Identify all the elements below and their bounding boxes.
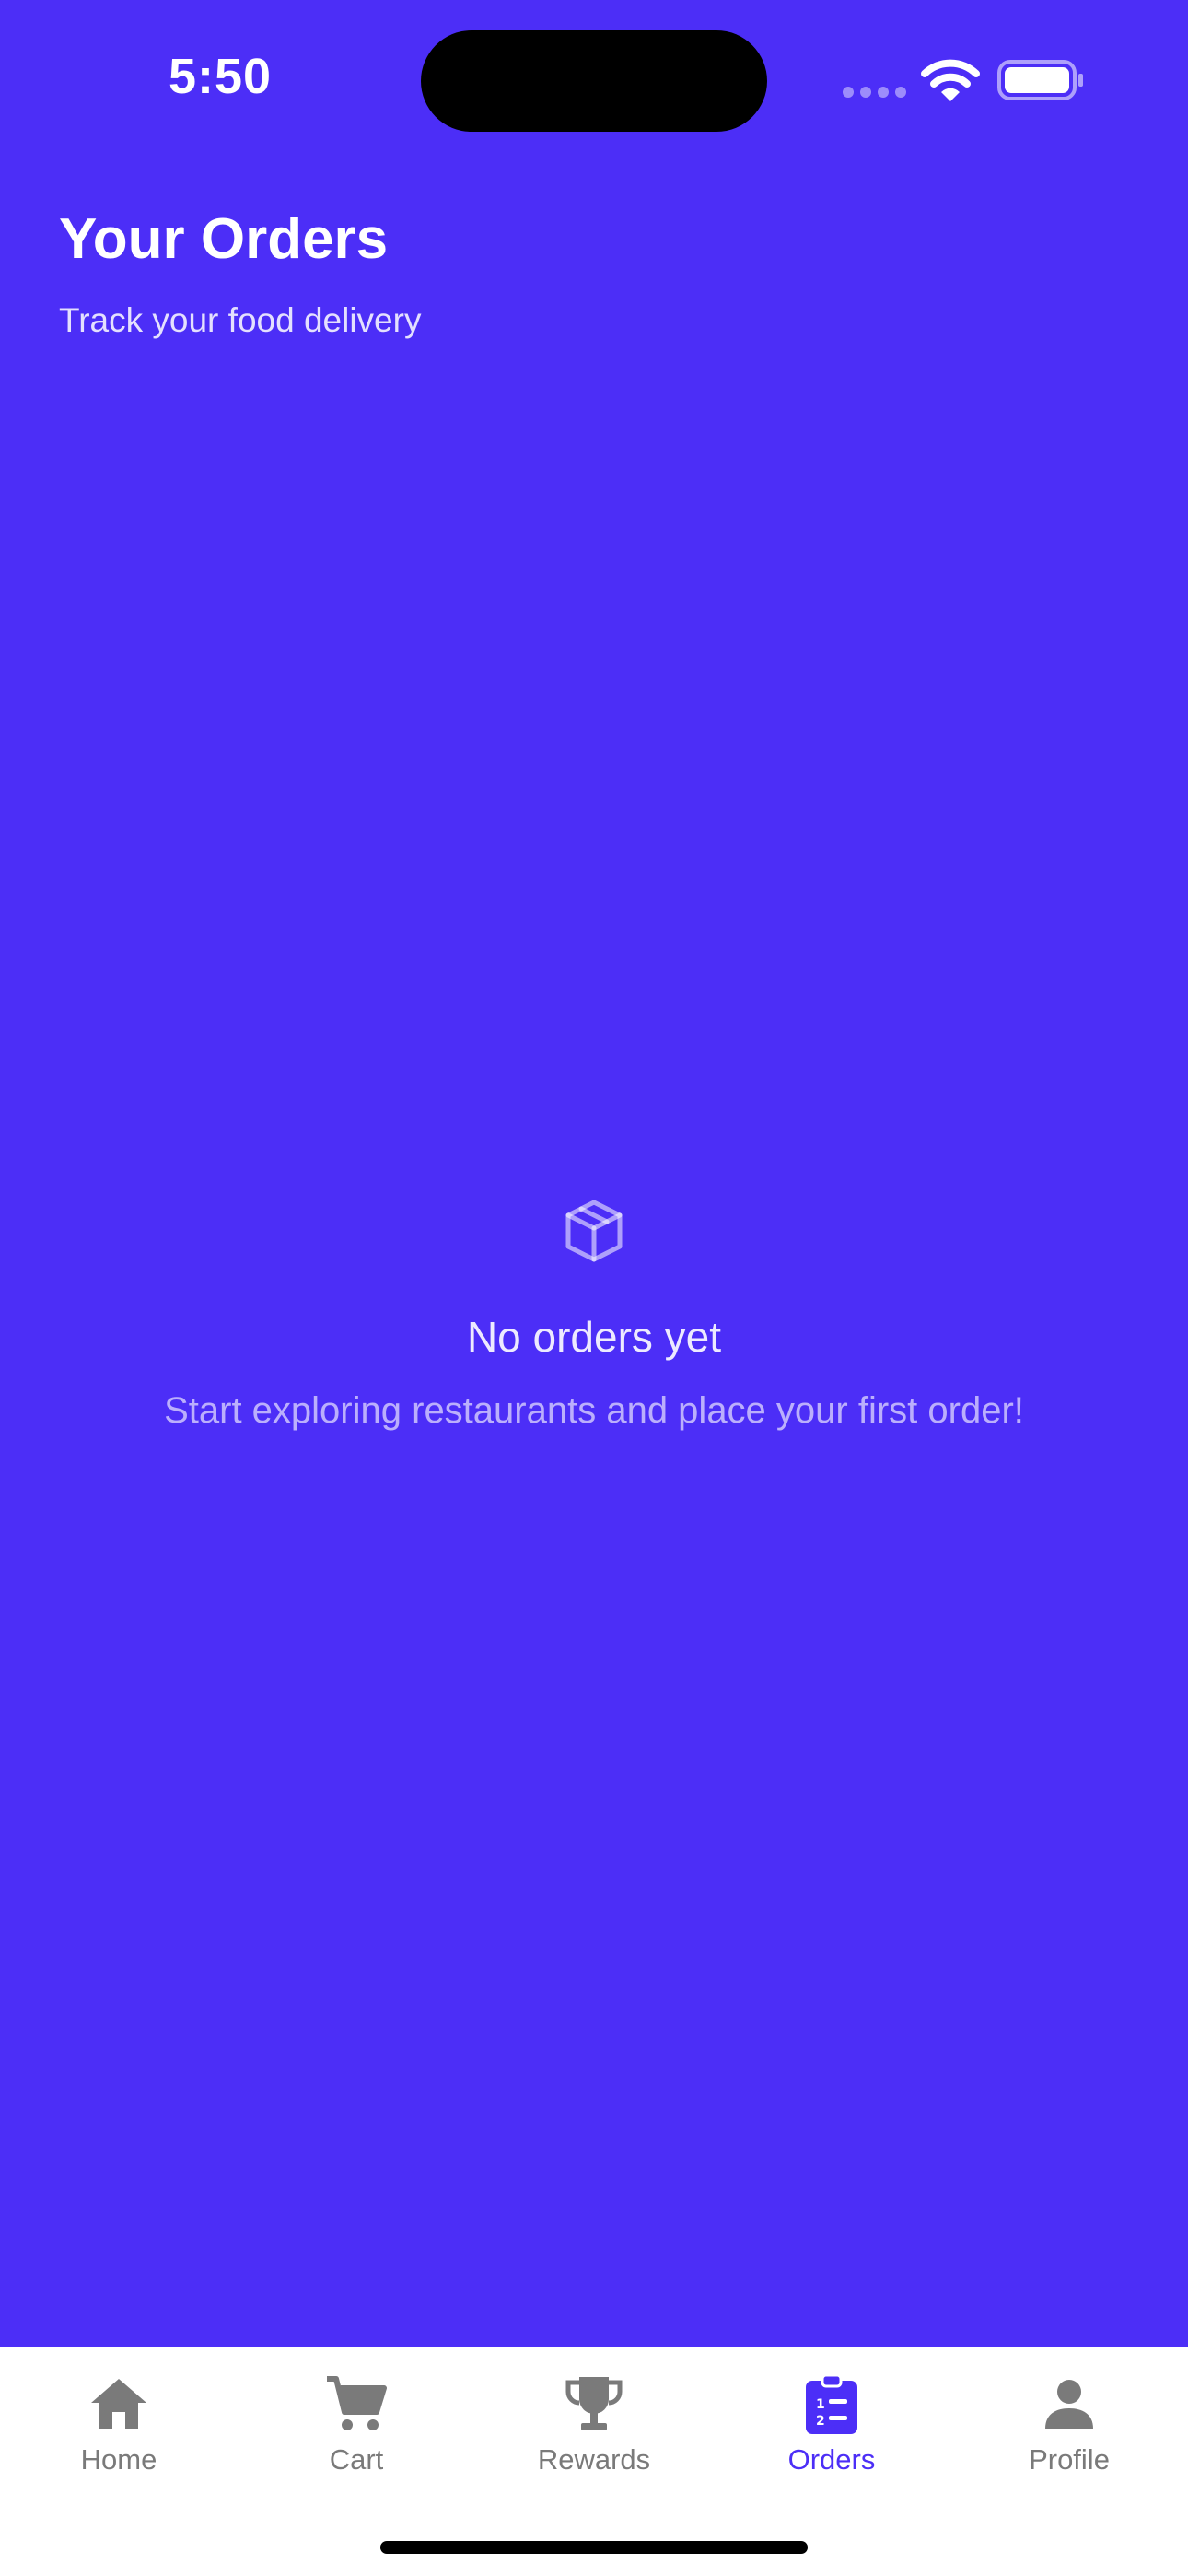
svg-text:2: 2 — [816, 2414, 825, 2429]
tab-cart[interactable]: Cart — [238, 2347, 475, 2494]
empty-state-title: No orders yet — [466, 1313, 722, 1361]
package-icon — [565, 1200, 623, 1262]
tab-profile[interactable]: Profile — [950, 2347, 1188, 2494]
page-subtitle: Track your food delivery — [59, 301, 422, 339]
battery-icon — [997, 60, 1083, 100]
tab-label-home: Home — [80, 2443, 157, 2476]
cart-icon — [327, 2376, 387, 2430]
status-time: 5:50 — [169, 49, 273, 104]
trophy-icon — [565, 2377, 623, 2430]
tab-home[interactable]: Home — [0, 2347, 238, 2494]
tab-rewards[interactable]: Rewards — [475, 2347, 713, 2494]
cellular-signal-icon — [843, 87, 907, 98]
empty-state-message: Start exploring restaurants and place yo… — [164, 1390, 1024, 1431]
person-icon — [1045, 2380, 1093, 2429]
page-title: Your Orders — [59, 207, 389, 271]
home-indicator — [380, 2541, 808, 2554]
status-bar: 5:50 — [0, 0, 1188, 157]
svg-text:1: 1 — [816, 2397, 825, 2412]
tab-label-rewards: Rewards — [537, 2443, 651, 2476]
empty-state: No orders yet Start exploring restaurant… — [0, 1198, 1188, 1434]
dynamic-island — [421, 30, 767, 132]
tab-label-profile: Profile — [1029, 2443, 1110, 2476]
orders-clipboard-icon: 1 2 — [806, 2373, 857, 2434]
tab-label-cart: Cart — [329, 2443, 384, 2476]
home-icon — [91, 2379, 146, 2429]
wifi-icon — [921, 59, 980, 101]
tab-label-orders: Orders — [787, 2443, 876, 2476]
orders-screen: 5:50 Your Orders Track your food deliver… — [0, 0, 1188, 2576]
tab-orders[interactable]: 1 2 Orders — [713, 2347, 950, 2494]
